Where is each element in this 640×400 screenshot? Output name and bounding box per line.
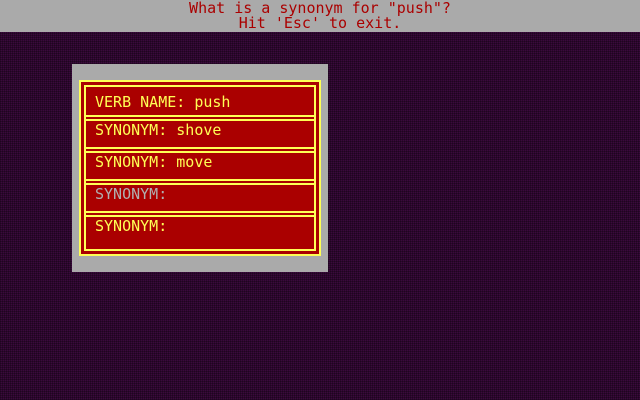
synonym-label-2: SYNONYM: bbox=[95, 153, 168, 171]
synonym-value-2: move bbox=[176, 153, 213, 171]
prompt-bar: What is a synonym for "push"? Hit 'Esc' … bbox=[0, 0, 640, 32]
verb-name-label: VERB NAME: bbox=[95, 93, 186, 111]
synonym-row-1: SYNONYM: shove bbox=[86, 115, 314, 149]
synonym-dialog: VERB NAME: push SYNONYM: shove SYNONYM: … bbox=[72, 64, 328, 272]
synonym-panel: VERB NAME: push SYNONYM: shove SYNONYM: … bbox=[79, 80, 321, 256]
synonym-field-1: SYNONYM: shove bbox=[95, 123, 221, 138]
verb-name-field: VERB NAME: push bbox=[95, 95, 230, 110]
verb-name-value: push bbox=[194, 93, 231, 111]
synonym-value-1: shove bbox=[176, 121, 222, 139]
synonym-field-2: SYNONYM: move bbox=[95, 155, 212, 170]
synonym-row-2: SYNONYM: move bbox=[86, 147, 314, 181]
synonym-panel-inner: VERB NAME: push SYNONYM: shove SYNONYM: … bbox=[84, 85, 316, 251]
prompt-exit-hint: Hit 'Esc' to exit. bbox=[238, 14, 402, 32]
synonym-row-4[interactable]: SYNONYM: bbox=[86, 211, 314, 245]
synonym-input-4[interactable]: SYNONYM: bbox=[95, 219, 176, 234]
synonym-label-3: SYNONYM: bbox=[95, 185, 168, 203]
synonym-label-1: SYNONYM: bbox=[95, 121, 168, 139]
synonym-input-active[interactable]: SYNONYM: bbox=[95, 187, 176, 202]
synonym-label-4: SYNONYM: bbox=[95, 217, 168, 235]
synonym-row-3[interactable]: SYNONYM: bbox=[86, 179, 314, 213]
